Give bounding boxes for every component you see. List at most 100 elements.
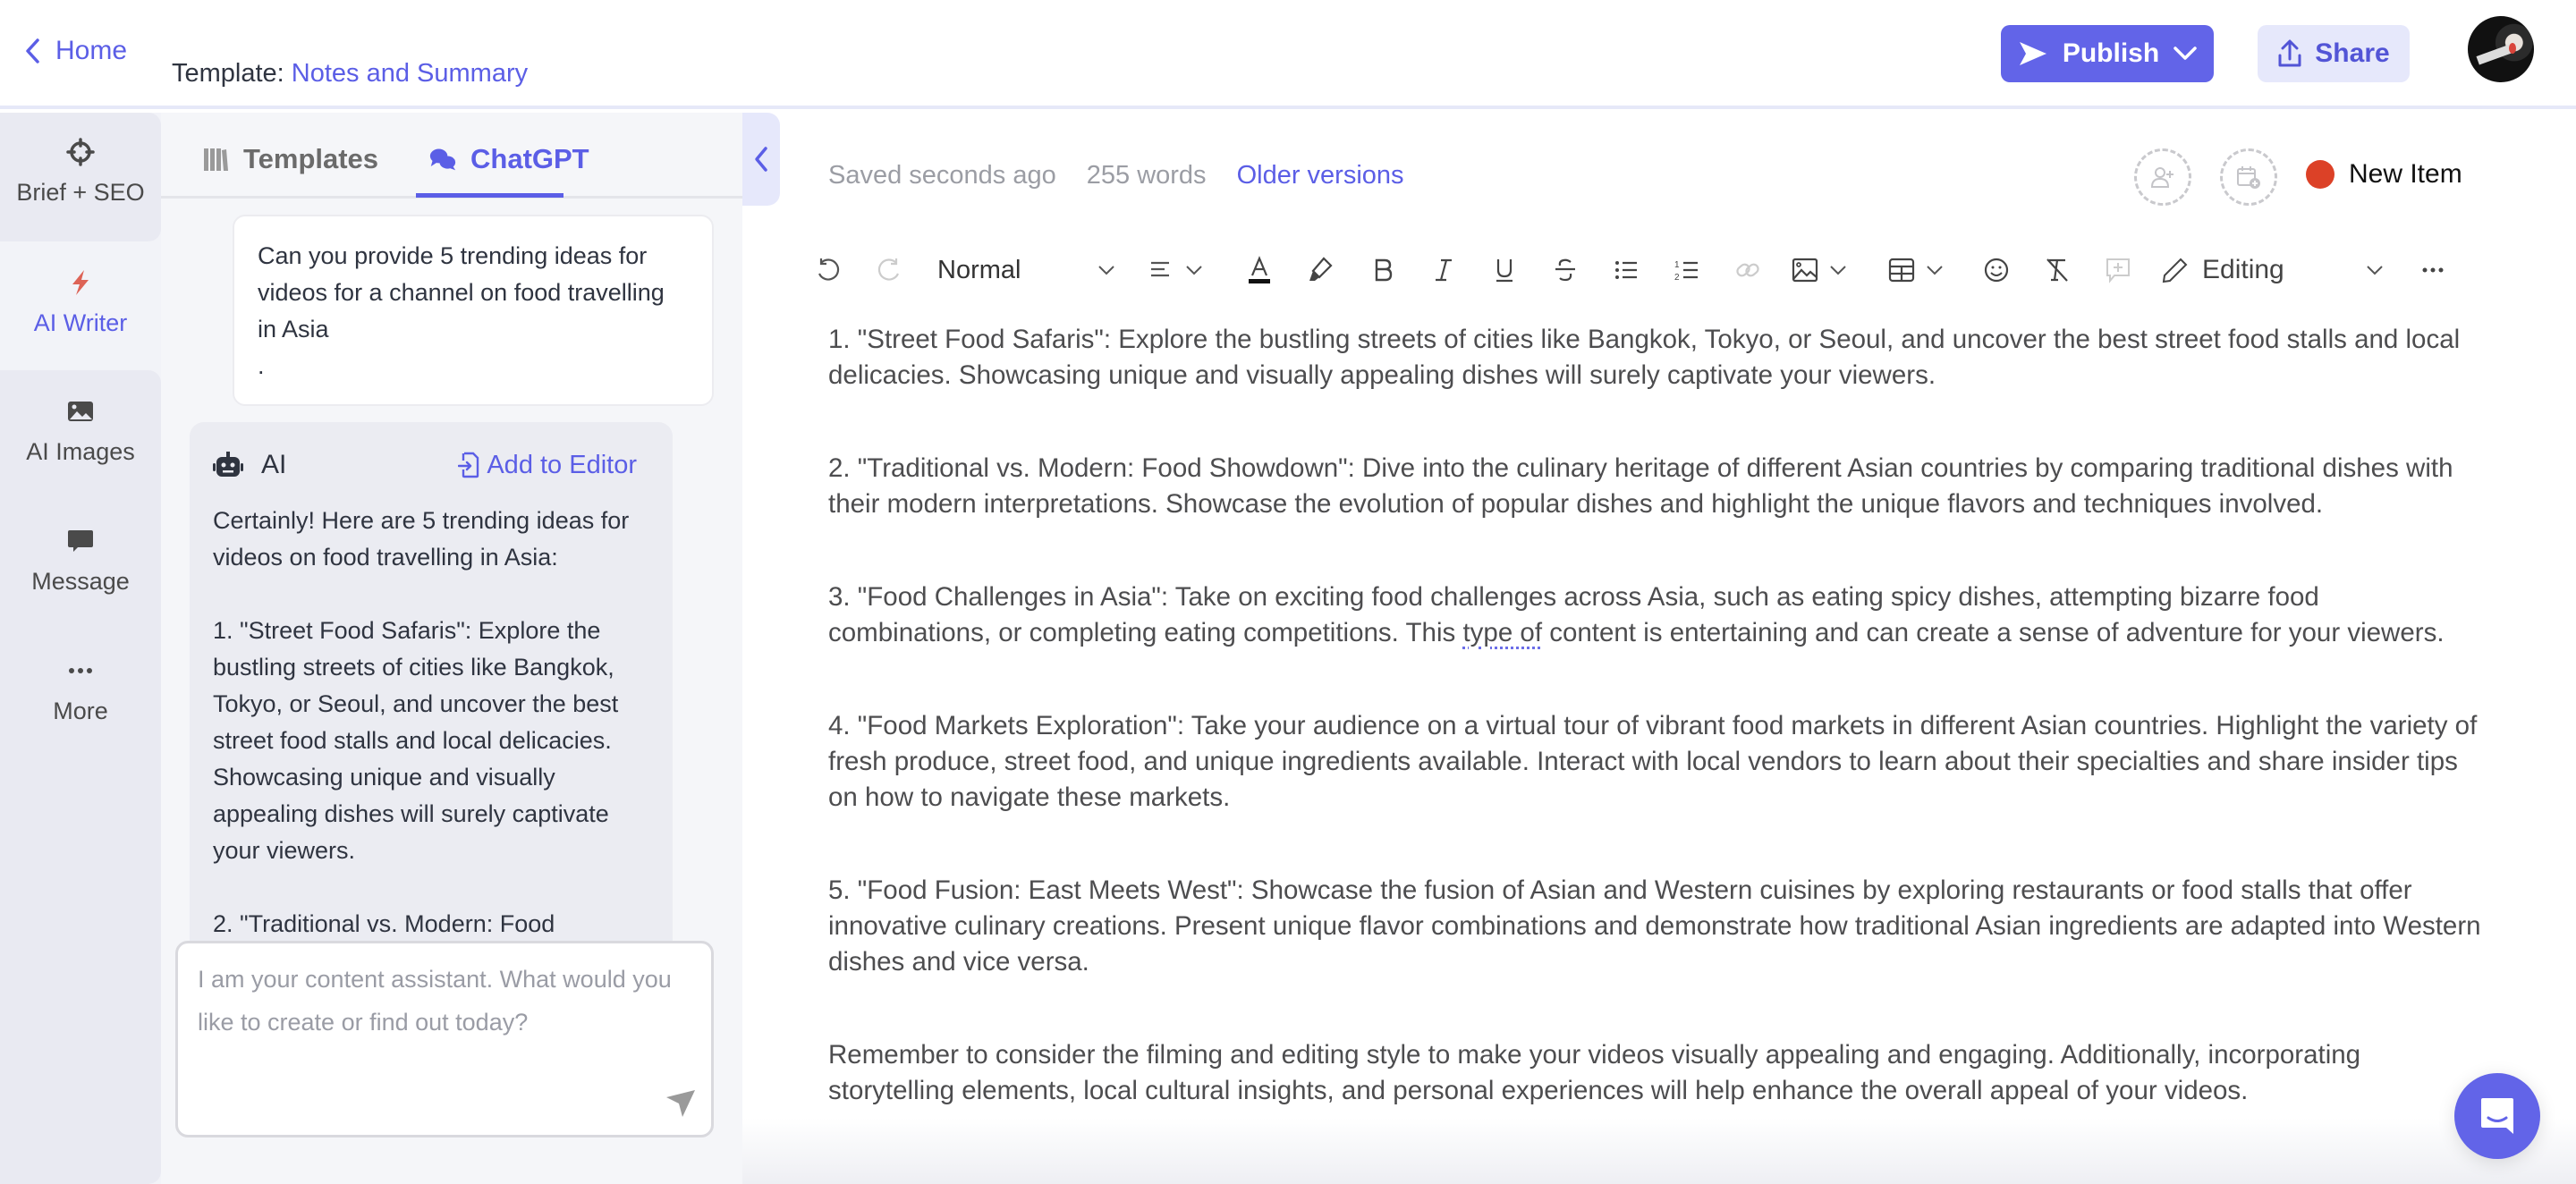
doc-paragraph[interactable]: Remember to consider the filming and edi…: [828, 1037, 2483, 1109]
strikethrough-button[interactable]: [1547, 247, 1583, 293]
books-icon: [204, 148, 228, 171]
publish-label: Publish: [2062, 38, 2160, 68]
align-left-icon: [1151, 261, 1169, 277]
ai-message-header: AI Add to Editor: [213, 447, 637, 483]
tab-templates[interactable]: Templates: [202, 138, 378, 181]
active-tab-indicator: [416, 193, 564, 198]
doc-paragraph[interactable]: 1. "Street Food Safaris": Explore the bu…: [828, 322, 2483, 393]
redo-button[interactable]: [871, 247, 907, 293]
text-color-button[interactable]: [1240, 247, 1279, 293]
paragraph-style-select[interactable]: Normal: [937, 247, 1116, 293]
underline-button[interactable]: [1487, 247, 1522, 293]
add-to-editor-button[interactable]: Add to Editor: [458, 451, 637, 480]
send-message-icon[interactable]: [665, 1088, 697, 1119]
doc-paragraph[interactable]: 2. "Traditional vs. Modern: Food Showdow…: [828, 451, 2483, 522]
highlight-button[interactable]: [1301, 247, 1340, 293]
assign-user-button[interactable]: [2134, 148, 2191, 206]
rail-item-ai-images[interactable]: AI Images: [26, 397, 135, 466]
ai-message-text: Certainly! Here are 5 trending ideas for…: [213, 507, 630, 1011]
italic-button[interactable]: [1426, 247, 1462, 293]
pencil-icon: [2162, 258, 2188, 283]
clear-format-icon: [2046, 258, 2068, 282]
support-chat-button[interactable]: [2454, 1073, 2540, 1159]
chevron-down-icon: [1186, 266, 1202, 275]
svg-text:2: 2: [1674, 273, 1680, 283]
rail-item-message[interactable]: Message: [31, 527, 130, 596]
chevron-down-icon: [1830, 266, 1846, 275]
status-badge[interactable]: New Item: [2306, 159, 2462, 190]
chat-input[interactable]: [198, 958, 699, 1092]
chevron-left-icon: [755, 147, 767, 172]
document-meta: Saved seconds ago 255 words Older versio…: [828, 161, 1404, 190]
doc-paragraph[interactable]: 4. "Food Markets Exploration": Take your…: [828, 708, 2483, 816]
undo-icon: [818, 258, 840, 281]
chevron-down-icon: [1927, 266, 1943, 275]
crosshair-icon: [66, 138, 95, 166]
bullet-list-button[interactable]: [1608, 247, 1644, 293]
user-message: Can you provide 5 trending ideas for vid…: [233, 215, 714, 406]
chat-support-icon: [2481, 1098, 2513, 1134]
more-horizontal-icon: [2422, 267, 2444, 273]
align-button[interactable]: [1143, 247, 1208, 293]
top-bar: Home Template: Notes and Summary Publish…: [0, 0, 2576, 109]
panel-tabs: Templates ChatGPT: [161, 113, 742, 199]
template-name[interactable]: Notes and Summary: [292, 59, 528, 88]
doc-paragraph[interactable]: 3. "Food Challenges in Asia": Take on ex…: [828, 579, 2483, 651]
file-import-icon: [458, 452, 479, 478]
redo-icon: [877, 258, 900, 281]
more-dots-icon: [68, 668, 92, 673]
publish-button[interactable]: Publish: [2001, 25, 2214, 82]
home-link[interactable]: Home: [23, 36, 127, 66]
collapse-panel-button[interactable]: [742, 113, 780, 206]
rail-item-more[interactable]: More: [53, 656, 108, 725]
link-button[interactable]: [1730, 247, 1766, 293]
underline-icon: [1496, 259, 1513, 283]
rail-group: AI Images Message More: [0, 370, 161, 1184]
chat-bubbles-icon: [429, 148, 456, 171]
rail-label: AI Images: [26, 438, 135, 465]
home-label: Home: [55, 36, 128, 65]
clear-format-button[interactable]: [2039, 247, 2075, 293]
add-comment-button[interactable]: [2100, 247, 2136, 293]
numbered-list-button[interactable]: 12: [1669, 247, 1705, 293]
older-versions-link[interactable]: Older versions: [1237, 161, 1404, 190]
chat-input-box: [175, 941, 714, 1137]
numbered-list-icon: 12: [1674, 260, 1698, 283]
editor-toolbar: Normal 12 Editing: [810, 247, 2447, 293]
rail-item-ai-writer[interactable]: AI Writer: [0, 256, 161, 370]
document-body[interactable]: 1. "Street Food Safaris": Explore the bu…: [828, 322, 2483, 1166]
user-message-text: Can you provide 5 trending ideas for vid…: [258, 242, 665, 379]
message-icon: [68, 530, 93, 552]
editing-mode-select[interactable]: Editing: [2161, 247, 2385, 293]
comment-add-icon: [2106, 258, 2130, 283]
doc-paragraph[interactable]: 5. "Food Fusion: East Meets West": Showc…: [828, 873, 2483, 980]
bold-icon: [1375, 258, 1393, 282]
chevron-down-icon: [2367, 266, 2383, 275]
emoji-button[interactable]: [1979, 247, 2014, 293]
highlighter-icon: [1309, 257, 1333, 281]
tab-label: Templates: [243, 143, 379, 174]
strikethrough-icon: [1555, 258, 1575, 282]
paragraph-style-value: Normal: [937, 255, 1021, 284]
add-to-editor-label: Add to Editor: [487, 450, 637, 479]
user-avatar[interactable]: [2468, 16, 2534, 82]
share-label: Share: [2315, 38, 2390, 68]
tab-chatgpt[interactable]: ChatGPT: [429, 138, 589, 181]
image-icon: [68, 402, 93, 421]
schedule-button[interactable]: [2220, 148, 2277, 206]
insert-image-button[interactable]: [1787, 247, 1852, 293]
insert-table-button[interactable]: [1884, 247, 1948, 293]
send-icon: [2019, 42, 2046, 65]
left-rail: Brief + SEO AI Writer AI Images Message …: [0, 113, 161, 1184]
rail-item-brief-seo[interactable]: Brief + SEO: [0, 113, 161, 241]
chevron-down-icon: [2174, 47, 2197, 60]
bold-button[interactable]: [1365, 247, 1401, 293]
share-button[interactable]: Share: [2258, 25, 2410, 82]
editing-mode-value: Editing: [2202, 255, 2284, 284]
calendar-add-icon: [2237, 166, 2260, 189]
template-prefix: Template:: [172, 59, 284, 88]
spellcheck-flag[interactable]: type of: [1462, 618, 1542, 647]
undo-button[interactable]: [810, 247, 846, 293]
add-user-icon: [2150, 167, 2174, 188]
more-options-button[interactable]: [2415, 247, 2451, 293]
